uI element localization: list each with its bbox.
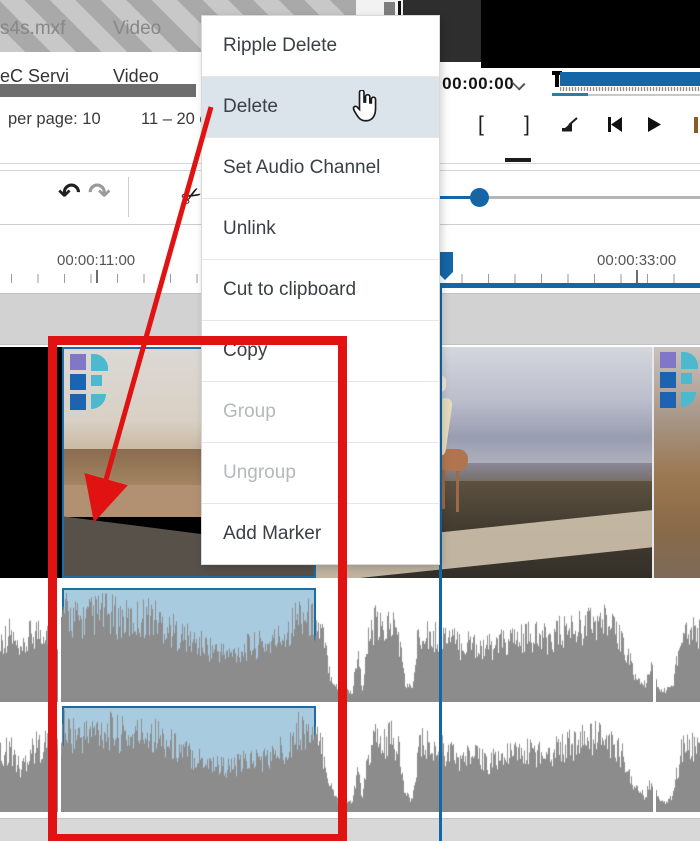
pagination-range-label: 11 – 20 o [141, 110, 209, 129]
overwrite-edit-icon[interactable] [560, 116, 580, 134]
ruler-timestamp-left: 00:00:11:00 [57, 252, 135, 269]
watermark-logo [660, 352, 700, 414]
panel-splitter-handle[interactable] [505, 158, 531, 162]
partial-record-icon[interactable] [694, 117, 698, 133]
clip-filename: s4s.mxf [0, 18, 65, 40]
seekbar-handle-stem[interactable] [555, 71, 559, 87]
redo-icon[interactable]: ↷ [88, 178, 111, 209]
skip-to-start-icon[interactable] [607, 116, 623, 134]
seekbar-loaded-segment [552, 93, 588, 96]
menu-item-unlink[interactable]: Unlink [202, 198, 439, 259]
player-seekbar[interactable] [560, 72, 700, 86]
clip-boundary [653, 705, 656, 812]
mark-in-button[interactable]: [ [478, 113, 484, 137]
menu-item-ripple-delete[interactable]: Ripple Delete [202, 16, 439, 76]
play-button-icon[interactable] [646, 116, 662, 134]
menu-item-cut-to-clipboard[interactable]: Cut to clipboard [202, 259, 439, 320]
seekbar-remainder-line [588, 94, 700, 96]
hand-cursor-icon [349, 90, 379, 126]
llama-leg [442, 467, 445, 509]
annotation-rectangle [48, 336, 347, 841]
menu-item-set-audio-channel[interactable]: Set Audio Channel [202, 137, 439, 198]
scrollbar-end [398, 1, 401, 16]
list-row-divider-bar [0, 84, 196, 97]
ruler-range-bar [438, 283, 700, 288]
ruler-timestamp-right: 00:00:33:00 [597, 252, 676, 269]
clip-type-label: Video [113, 18, 161, 40]
llama-leg [456, 467, 459, 512]
items-per-page-label: per page: 10 [8, 110, 101, 129]
scrollbar-thumb[interactable] [384, 2, 395, 15]
toolbar-divider [128, 177, 129, 217]
mark-out-button[interactable]: ] [524, 113, 530, 137]
ruler-major-tick [636, 270, 638, 283]
timeline-zoom-slider-handle[interactable] [470, 188, 489, 207]
menu-item-delete[interactable]: Delete [202, 76, 439, 137]
clip-boundary [653, 587, 656, 702]
video-clip-3[interactable] [652, 347, 700, 578]
timecode-display[interactable]: :00:00:00 [436, 74, 514, 94]
ruler-major-tick [96, 270, 98, 283]
video-editor-screen: s4s.mxf Video eC Servi Video per page: 1… [0, 0, 700, 841]
player-viewport [481, 0, 700, 68]
undo-icon[interactable]: ↶ [58, 178, 81, 209]
seekbar-ticks [560, 87, 700, 91]
